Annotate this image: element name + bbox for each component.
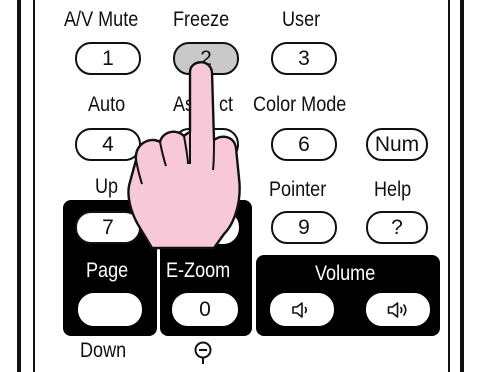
volume-label: Volume [315, 262, 376, 285]
color-mode-label: Color Mode [253, 93, 347, 116]
down-label: Down [80, 339, 127, 362]
key-9-button[interactable]: 9 [271, 211, 337, 244]
help-button[interactable]: ? [366, 211, 428, 244]
remote-left-edge-outer [17, 0, 21, 372]
pointer-label: Pointer [269, 178, 327, 201]
volume-down-icon [292, 301, 308, 318]
volume-up-button[interactable] [366, 293, 430, 326]
remote-right-edge-outer [460, 0, 464, 372]
page-down-button[interactable] [78, 293, 142, 326]
key-0-zoom-out-button[interactable]: 0 [172, 293, 238, 326]
remote-left-edge-inner [33, 0, 35, 372]
help-label: Help [374, 178, 412, 201]
page-label: Page [86, 259, 129, 282]
volume-down-button[interactable] [270, 293, 334, 326]
volume-up-icon [387, 301, 407, 318]
freeze-label: Freeze [173, 8, 230, 31]
av-mute-label: A/V Mute [64, 8, 139, 31]
e-zoom-label: E-Zoom [166, 259, 231, 282]
pointing-hand-icon [127, 61, 241, 250]
key-3-button[interactable]: 3 [271, 42, 337, 75]
page-up-label-partial: Up [95, 175, 119, 198]
zoom-out-icon [194, 341, 212, 364]
key-6-button[interactable]: 6 [271, 128, 337, 161]
user-label: User [282, 8, 321, 31]
remote-right-edge-inner [448, 0, 450, 372]
num-button[interactable]: Num [366, 128, 428, 161]
